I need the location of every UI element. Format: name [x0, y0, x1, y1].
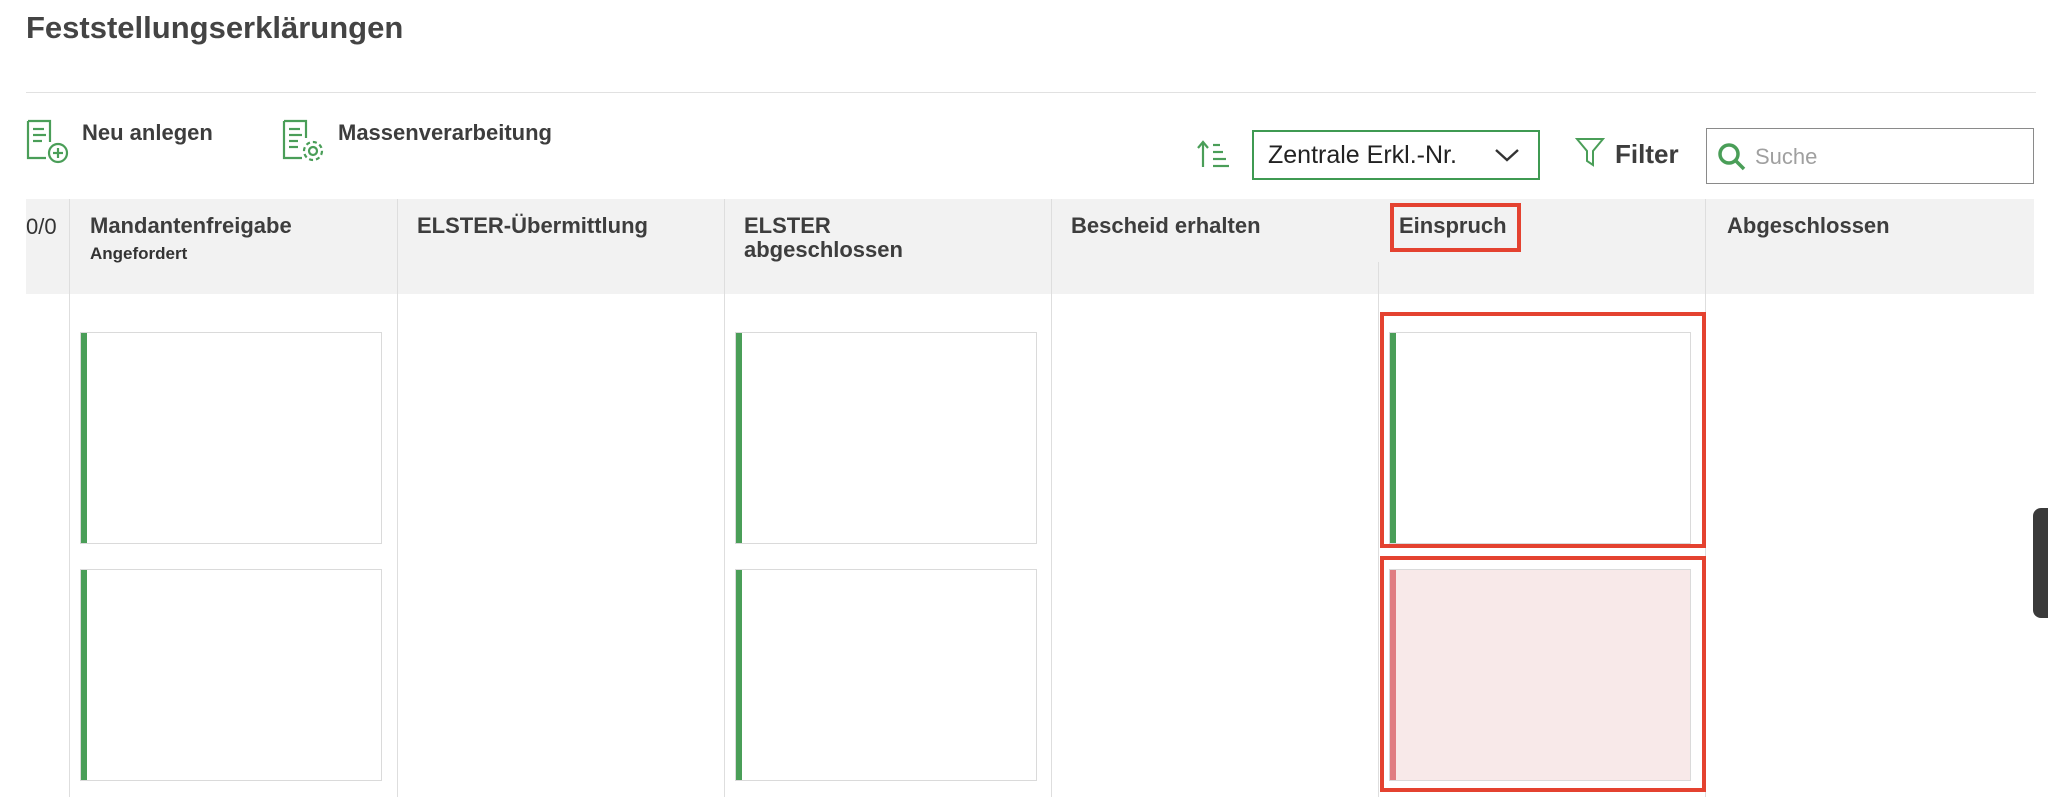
sort-select[interactable]: Zentrale Erkl.-Nr. [1252, 130, 1540, 180]
chevron-down-icon [1494, 146, 1520, 169]
declaration-card[interactable] [735, 332, 1037, 544]
column-divider [1051, 199, 1052, 797]
column-header-bescheid-erhalten: Bescheid erhalten [1071, 213, 1261, 238]
declaration-card[interactable] [735, 569, 1037, 781]
bulk-processing-label: Massenverarbeitung [338, 120, 552, 145]
search-box [1706, 128, 2034, 184]
column-divider [69, 199, 70, 797]
declaration-card-warning[interactable] [1389, 569, 1691, 781]
column-divider [1378, 262, 1379, 797]
divider [26, 92, 2036, 93]
sort-select-value: Zentrale Erkl.-Nr. [1268, 140, 1457, 169]
column-divider [1705, 199, 1706, 797]
declaration-card[interactable] [80, 569, 382, 781]
column-header-mandantenfreigabe: Mandantenfreigabe Angefordert [90, 214, 292, 266]
column-header-label: Mandantenfreigabe [90, 213, 292, 238]
status-bar [1390, 570, 1396, 780]
column-divider [724, 199, 725, 797]
filter-label: Filter [1615, 139, 1679, 169]
filter-icon [1574, 136, 1606, 173]
side-panel-toggle[interactable] [2033, 508, 2048, 618]
status-bar [1390, 333, 1396, 543]
column-header-abgeschlossen: Abgeschlossen [1727, 213, 1890, 238]
status-bar [736, 570, 742, 780]
declaration-card[interactable] [1389, 332, 1691, 544]
column-header-elster-uebermittlung: ELSTER-Übermittlung [417, 213, 648, 238]
column-header-elster-abgeschlossen: ELSTER abgeschlossen [744, 213, 903, 262]
bulk-processing-button[interactable]: Massenverarbeitung [278, 118, 552, 169]
column-header-einspruch: Einspruch [1399, 213, 1507, 238]
status-bar [81, 333, 87, 543]
filter-button[interactable]: Filter [1574, 136, 1679, 173]
column-divider [397, 199, 398, 797]
page-title: Feststellungserklärungen [26, 10, 404, 45]
column-header-sublabel: Angefordert [90, 244, 188, 263]
sort-order-icon[interactable] [1196, 139, 1232, 176]
status-bar [81, 570, 87, 780]
selection-count: 0/0 [26, 214, 57, 239]
document-gear-icon [278, 118, 326, 169]
declaration-card[interactable] [80, 332, 382, 544]
new-document-icon [24, 118, 70, 169]
new-button-label: Neu anlegen [82, 120, 213, 145]
search-input[interactable] [1753, 139, 2027, 175]
new-button[interactable]: Neu anlegen [24, 118, 213, 169]
status-bar [736, 333, 742, 543]
